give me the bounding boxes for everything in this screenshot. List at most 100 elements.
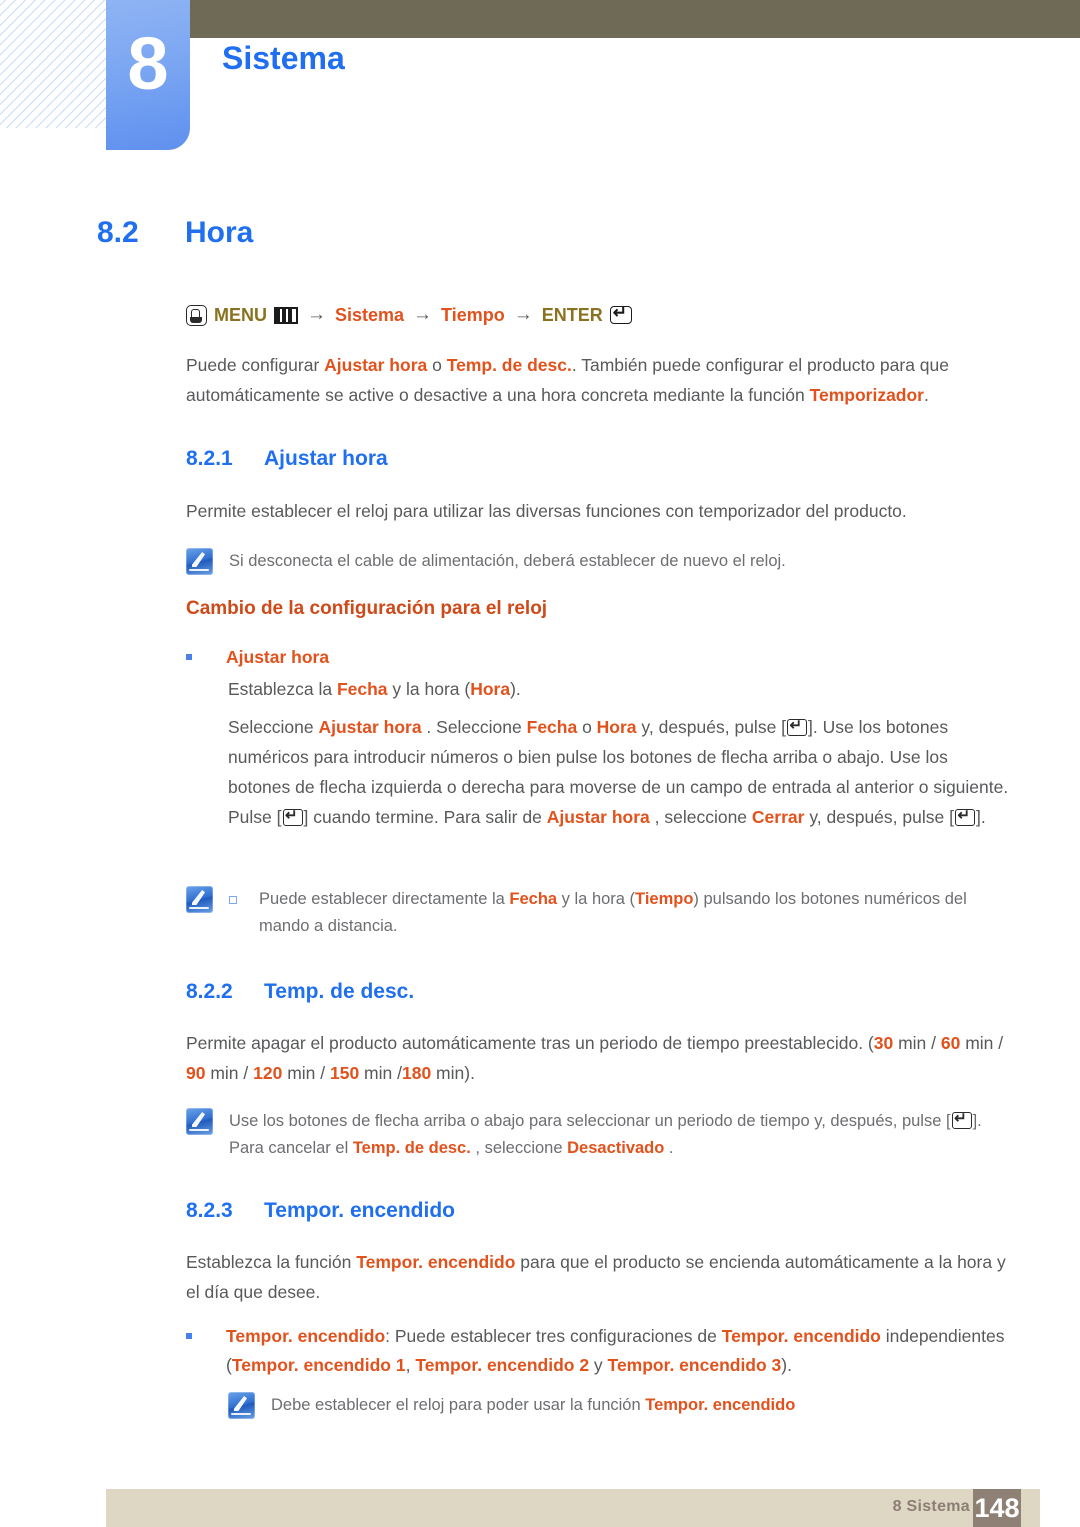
sub2-value-120: 120: [253, 1063, 283, 1083]
enter-key-icon: [951, 1108, 972, 1129]
intro-highlight-2: Temp. de desc.: [446, 355, 572, 375]
bullet-body-tempor-encendido: Tempor. encendido: Puede establecer tres…: [226, 1322, 1010, 1380]
intro-text-2: o: [427, 355, 447, 375]
menu-path-item-tiempo: Tiempo: [441, 305, 505, 325]
sub1-line2-text-4: y, después, pulse [: [636, 717, 787, 737]
sub1-line2-highlight-cerrar: Cerrar: [751, 807, 805, 827]
sub2-value-180: 180: [401, 1063, 432, 1083]
sub3-bullet-highlight-1: Tempor. encendido: [226, 1326, 386, 1346]
sub3-bullet-text-1: : Puede establecer tres configuraciones …: [385, 1326, 722, 1346]
subsection-number-821: 8.2.1: [186, 447, 233, 470]
note-pen-icon: [186, 1108, 213, 1135]
sub2-unit-5: min /: [359, 1063, 402, 1083]
section-number: 8.2: [97, 216, 139, 249]
intro-paragraph: Puede configurar Ajustar hora o Temp. de…: [186, 350, 1010, 410]
sub1-line2-text-8: y, después, pulse [: [804, 807, 954, 827]
menu-path: MENU → Sistema → Tiempo → ENTER: [186, 302, 1010, 328]
sub2-value-150: 150: [329, 1063, 360, 1083]
intro-highlight-3: Temporizador: [809, 385, 924, 405]
bullet-label-ajustar-hora: Ajustar hora: [226, 647, 330, 667]
sub2-unit-6: min).: [431, 1063, 475, 1083]
sub3-text-1: Establezca la función: [186, 1252, 357, 1272]
sub2-text-1: Permite apagar el producto automáticamen…: [186, 1033, 874, 1053]
sub1-line2-text-2: . Seleccione: [421, 717, 527, 737]
sub1-line2-text-7: , seleccione: [649, 807, 752, 827]
sub1-line2: Seleccione Ajustar hora . Seleccione Fec…: [228, 712, 1010, 832]
header-olive-bar: [106, 0, 1080, 38]
hollow-square-bullet-icon: [229, 896, 237, 904]
square-bullet-icon: [186, 654, 192, 660]
sub3-bullet-highlight-5: Tempor. encendido 3: [607, 1355, 782, 1375]
subsection-title-823: Tempor. encendido: [264, 1199, 455, 1222]
enter-key-icon: [787, 715, 808, 736]
note2-text-1: Puede establecer directamente la: [259, 890, 510, 908]
sub1-paragraph: Permite establecer el reloj para utiliza…: [186, 501, 907, 521]
note-text-1: Si desconecta el cable de alimentación, …: [229, 552, 786, 570]
hand-press-icon: [186, 304, 207, 326]
sub1-line2-highlight-4: Ajustar hora: [546, 807, 650, 827]
sub1-line2-text-3: o: [577, 717, 597, 737]
menu-path-arrow-3: →: [513, 304, 533, 325]
sub1-line2-text-9: ].: [975, 807, 986, 827]
sub1-line1-highlight-fecha: Fecha: [336, 679, 388, 699]
sub2-value-60: 60: [940, 1033, 961, 1053]
sub3-highlight-1: Tempor. encendido: [356, 1252, 516, 1272]
menu-path-enter-label: ENTER: [541, 305, 603, 325]
note-row-2: Puede establecer directamente la Fecha y…: [186, 886, 1010, 940]
note3-highlight-desactivado: Desactivado: [567, 1139, 665, 1157]
menu-path-arrow-1: →: [307, 304, 326, 325]
subsection-heading-822: 8.2.2 Temp. de desc.: [186, 980, 1010, 1004]
sub2-unit-3: min /: [205, 1063, 254, 1083]
menu-bars-icon: [274, 306, 298, 324]
sub3-bullet-text-5: ).: [781, 1355, 792, 1375]
note3-text-3: , seleccione: [470, 1139, 568, 1157]
sub3-bullet-text-4: y: [589, 1355, 608, 1375]
enter-key-icon: [954, 805, 975, 826]
note2-text-2: y la hora (: [557, 890, 636, 908]
note2-highlight-fecha: Fecha: [509, 890, 558, 908]
sub2-unit-4: min /: [282, 1063, 330, 1083]
subsection-number-823: 8.2.3: [186, 1199, 233, 1222]
sub1-line2-highlight-3: Hora: [596, 717, 637, 737]
sub1-line2-highlight-1: Ajustar hora: [318, 717, 422, 737]
note-pen-icon: [186, 886, 213, 913]
note4-text-1: Debe establecer el reloj para poder usar…: [271, 1396, 646, 1414]
enter-key-icon: [282, 805, 303, 826]
chapter-tab: 8: [106, 0, 190, 150]
sub1-line1-text-2: y la hora (: [387, 679, 471, 699]
subsection-heading-821: 8.2.1 Ajustar hora: [186, 447, 1010, 471]
sub3-bullet-highlight-3: Tempor. encendido 1: [231, 1355, 406, 1375]
intro-highlight-1: Ajustar hora: [324, 355, 428, 375]
subsection-title-821: Ajustar hora: [264, 447, 388, 470]
sub2-paragraph: Permite apagar el producto automáticamen…: [186, 1028, 1010, 1088]
decorative-hatch-pattern: [0, 0, 106, 128]
sub1-line2-highlight-2: Fecha: [526, 717, 578, 737]
chapter-title: Sistema: [222, 40, 345, 76]
menu-path-item-sistema: Sistema: [335, 305, 405, 325]
bullet-row-tempor-encendido: Tempor. encendido: Puede establecer tres…: [186, 1322, 1010, 1380]
note-text-2: Puede establecer directamente la Fecha y…: [259, 886, 979, 940]
footer-label: 8 Sistema: [892, 1498, 970, 1515]
section-title: Hora: [185, 216, 254, 249]
sub1-line2-text-1: Seleccione: [228, 717, 319, 737]
note-text-3: Use los botones de flecha arriba o abajo…: [229, 1108, 1010, 1162]
square-bullet-icon: [186, 1333, 192, 1339]
sub1-line1-highlight-hora: Hora: [470, 679, 511, 699]
sub2-unit-2: min /: [960, 1033, 1004, 1053]
subsection-heading-823: 8.2.3 Tempor. encendido: [186, 1199, 1010, 1223]
sub1-line1: Establezca la Fecha y la hora (Hora).: [228, 674, 1010, 704]
sub3-paragraph: Establezca la función Tempor. encendido …: [186, 1247, 1010, 1307]
sub2-unit-1: min /: [893, 1033, 941, 1053]
subsection-title-822: Temp. de desc.: [264, 980, 415, 1003]
sub1-subheading: Cambio de la configuración para el reloj: [186, 598, 548, 619]
section-heading: 8.2 Hora: [97, 216, 253, 250]
sub3-bullet-highlight-4: Tempor. encendido 2: [415, 1355, 590, 1375]
note-text-4: Debe establecer el reloj para poder usar…: [271, 1392, 795, 1419]
intro-text-1: Puede configurar: [186, 355, 325, 375]
enter-key-icon: [609, 302, 632, 324]
footer-page-number: 148: [973, 1489, 1021, 1527]
note2-highlight-tiempo: Tiempo: [635, 890, 694, 908]
note-pen-icon: [186, 548, 213, 575]
intro-text-4: .: [924, 385, 929, 405]
note3-text-1: Use los botones de flecha arriba o abajo…: [229, 1112, 951, 1130]
